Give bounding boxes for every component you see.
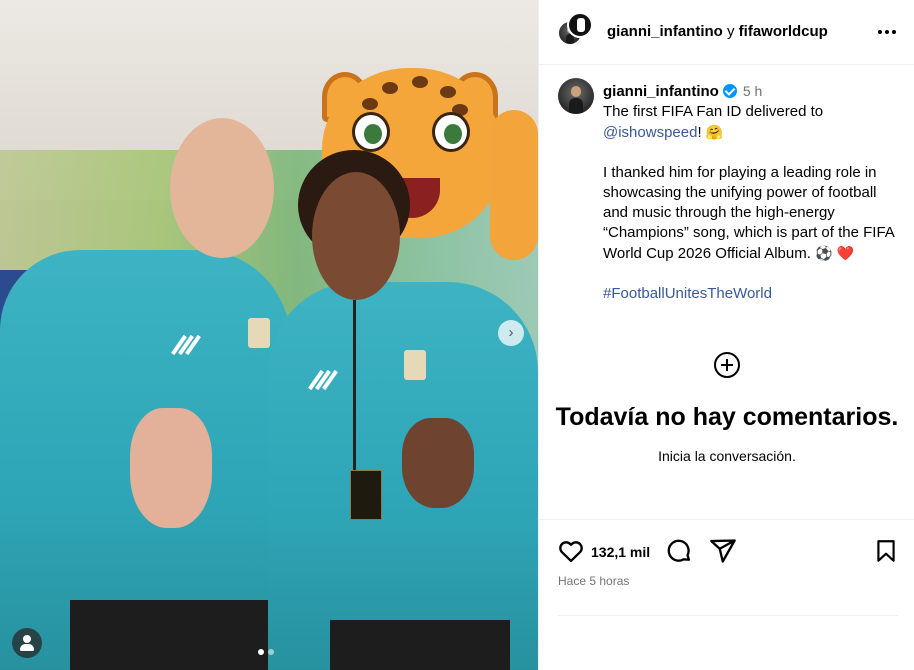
hugging-emoji: 🤗 <box>705 124 724 140</box>
share-icon <box>710 539 736 563</box>
post-authors: gianni_infantino y fifaworldcup <box>607 23 828 40</box>
action-bar: 132,1 mil Hace 5 horas <box>539 519 914 670</box>
more-options-button[interactable] <box>873 18 901 46</box>
caption-avatar[interactable] <box>558 78 594 114</box>
add-comment-icon[interactable] <box>714 352 740 378</box>
carousel-dot-active <box>258 649 264 655</box>
save-button[interactable] <box>873 537 899 570</box>
caption-line1: The first FIFA Fan ID delivered to <box>603 103 824 120</box>
post-details-panel: gianni_infantino y fifaworldcup gianni_i… <box>538 0 914 670</box>
header-avatar-collaborator[interactable] <box>567 12 593 38</box>
bookmark-icon <box>877 540 895 562</box>
mention-link[interactable]: @ishowspeed <box>603 124 697 141</box>
post-timestamp[interactable]: Hace 5 horas <box>558 574 629 588</box>
heart-icon <box>559 541 583 563</box>
carousel-dot <box>268 649 274 655</box>
share-button[interactable] <box>709 537 737 570</box>
tagged-users-icon[interactable] <box>12 628 42 658</box>
collaborator-username-link[interactable]: fifaworldcup <box>739 23 828 40</box>
verified-badge-icon <box>722 84 737 98</box>
post-photo[interactable]: › <box>0 0 538 670</box>
author-username-link[interactable]: gianni_infantino <box>607 23 723 40</box>
carousel-indicator <box>258 649 274 655</box>
soccer-ball-emoji: ⚽ <box>815 245 833 261</box>
carousel-next-button[interactable]: › <box>498 320 524 346</box>
post-header: gianni_infantino y fifaworldcup <box>539 0 914 65</box>
divider <box>558 615 898 616</box>
no-comments-title: Todavía no hay comentarios. <box>555 403 899 431</box>
comment-button[interactable] <box>665 537 693 570</box>
caption-text: gianni_infantino 5 h The first FIFA Fan I… <box>603 81 903 304</box>
heart-emoji: ❤️ <box>836 245 855 261</box>
like-button[interactable] <box>557 537 585 570</box>
likes-count[interactable]: 132,1 mil <box>591 544 650 560</box>
caption-username-link[interactable]: gianni_infantino <box>603 83 719 100</box>
mascot-paw <box>490 110 538 260</box>
hashtag-link[interactable]: #FootballUnitesTheWorld <box>603 285 772 302</box>
mention-suffix: ! <box>697 124 702 141</box>
caption-timestamp[interactable]: 5 h <box>743 83 762 99</box>
comment-icon <box>667 539 691 562</box>
authors-connector: y <box>727 23 735 40</box>
empty-comments-state: Todavía no hay comentarios. Inicia la co… <box>539 352 914 464</box>
no-comments-subtitle: Inicia la conversación. <box>658 448 796 464</box>
more-horizontal-icon <box>878 30 882 34</box>
